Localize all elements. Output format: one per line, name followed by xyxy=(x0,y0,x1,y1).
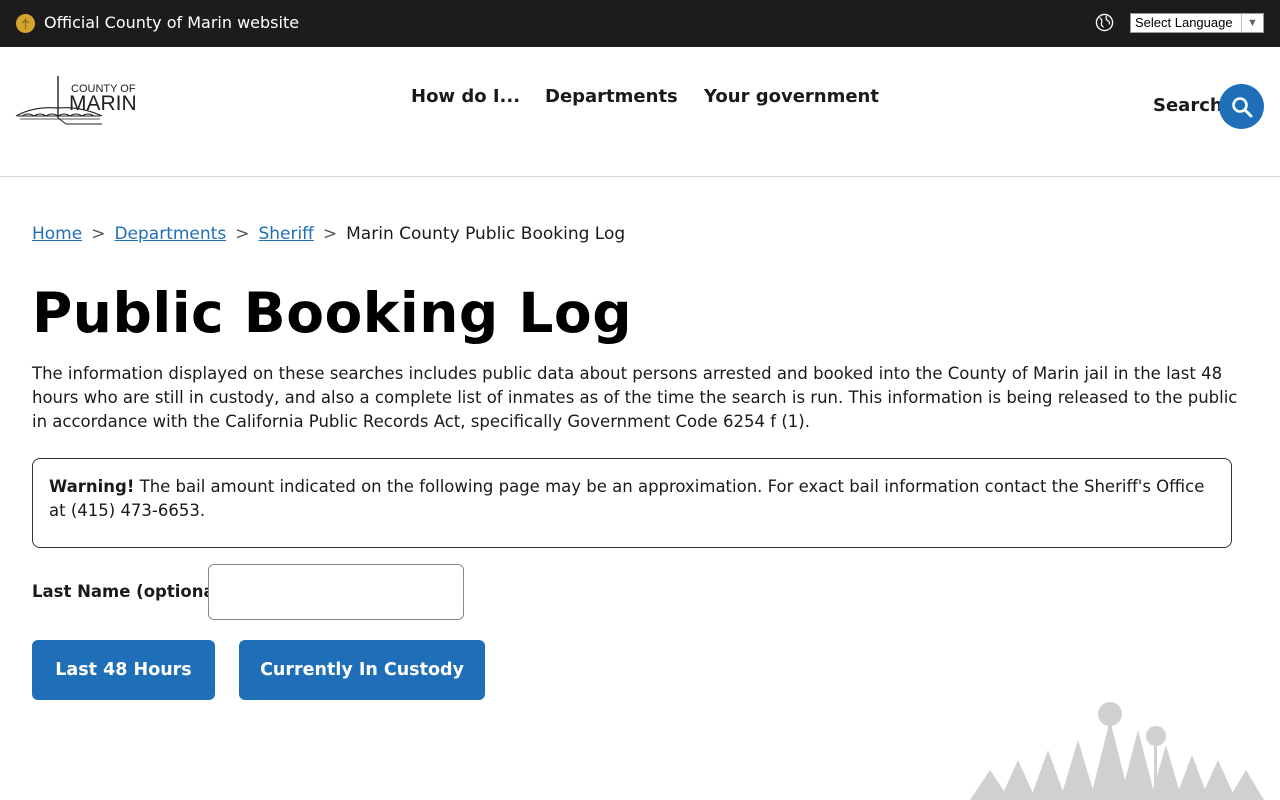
official-site-bar: Official County of Marin website Select … xyxy=(0,0,1280,47)
warning-box: Warning! The bail amount indicated on th… xyxy=(32,458,1232,548)
warning-text: The bail amount indicated on the followi… xyxy=(49,477,1205,520)
trees-decoration xyxy=(970,702,1264,800)
last-name-input[interactable] xyxy=(208,564,464,620)
breadcrumb-separator: > xyxy=(322,224,338,244)
currently-in-custody-button[interactable]: Currently In Custody xyxy=(239,640,485,700)
intro-paragraph: The information displayed on these searc… xyxy=(32,364,1238,431)
chevron-down-icon: ▼ xyxy=(1241,14,1263,32)
breadcrumb-current: Marin County Public Booking Log xyxy=(346,224,626,244)
search-icon xyxy=(1232,97,1253,118)
county-seal-icon xyxy=(16,14,35,33)
page-title: Public Booking Log xyxy=(32,281,633,345)
breadcrumb-separator: > xyxy=(235,224,250,244)
nav-how-do-i[interactable]: How do I... xyxy=(411,85,520,109)
breadcrumb-separator: > xyxy=(91,224,106,244)
globe-icon[interactable] xyxy=(1095,13,1114,32)
logo-line2: MARIN xyxy=(69,92,137,115)
breadcrumb-departments[interactable]: Departments xyxy=(114,224,226,244)
breadcrumb-home[interactable]: Home xyxy=(32,224,82,244)
site-header: COUNTY OF MARIN How do I... Departments … xyxy=(0,47,1280,177)
search-button[interactable] xyxy=(1219,84,1264,129)
breadcrumb: Home > Departments > Sheriff > Marin County Pu… xyxy=(32,222,625,246)
nav-departments[interactable]: Departments xyxy=(545,85,678,109)
language-select[interactable]: Select Language ▼ xyxy=(1130,13,1264,33)
breadcrumb-sheriff[interactable]: Sheriff xyxy=(258,224,313,244)
warning-label: Warning! xyxy=(49,477,135,496)
county-logo[interactable]: COUNTY OF MARIN xyxy=(14,72,138,130)
last-48-hours-button[interactable]: Last 48 Hours xyxy=(32,640,215,700)
search-label[interactable]: Search xyxy=(1153,94,1223,118)
language-select-value: Select Language xyxy=(1135,15,1233,30)
official-site-text: Official County of Marin website xyxy=(44,13,300,32)
last-name-label: Last Name (optional): xyxy=(32,582,235,601)
nav-your-government[interactable]: Your government xyxy=(704,85,879,109)
